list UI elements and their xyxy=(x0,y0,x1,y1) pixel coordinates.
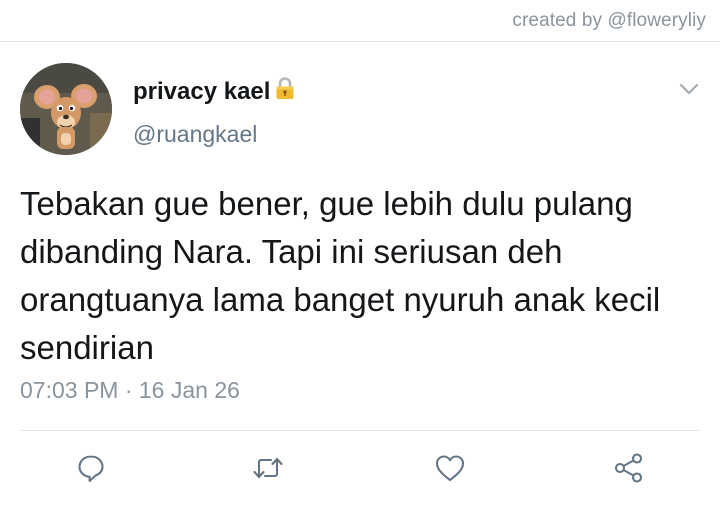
lock-icon xyxy=(274,76,296,107)
avatar-mouse-icon xyxy=(20,63,112,155)
top-divider xyxy=(0,41,720,42)
share-icon xyxy=(614,453,643,483)
tweet-text: Tebakan gue bener, gue lebih dulu pulang… xyxy=(20,185,661,366)
reply-icon xyxy=(78,455,104,483)
heart-icon xyxy=(435,455,465,482)
reply-button[interactable] xyxy=(74,451,108,485)
retweet-icon xyxy=(253,457,283,479)
display-name-text: privacy kael xyxy=(133,77,271,105)
chevron-down-icon[interactable] xyxy=(678,78,700,100)
like-button[interactable] xyxy=(433,451,467,485)
actions-divider xyxy=(20,430,700,431)
tweet-timestamp[interactable]: 07:03 PM · 16 Jan 26 xyxy=(20,377,240,404)
user-handle[interactable]: @ruangkael xyxy=(133,121,257,148)
retweet-button[interactable] xyxy=(251,451,285,485)
avatar[interactable] xyxy=(20,63,112,155)
share-button[interactable] xyxy=(612,451,646,485)
display-name[interactable]: privacy kael xyxy=(133,76,296,107)
watermark-credit: created by @floweryliy xyxy=(512,10,706,31)
